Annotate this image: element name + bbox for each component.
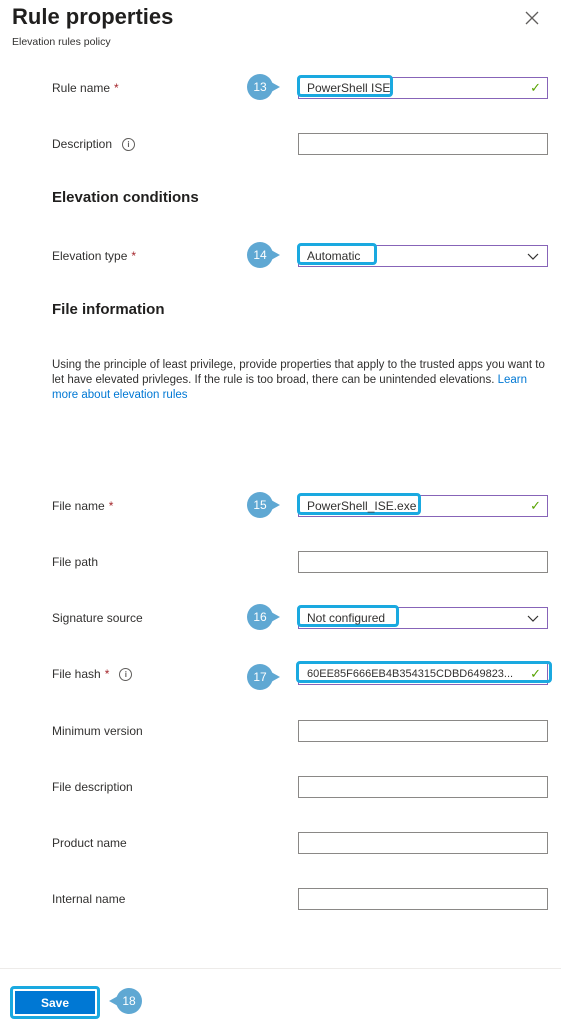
valid-check-icon: ✓	[530, 666, 541, 681]
file-description-input[interactable]	[298, 776, 548, 798]
file-name-label: File name *	[52, 499, 114, 513]
elevation-type-label: Elevation type *	[52, 249, 137, 263]
internal-name-input[interactable]	[298, 888, 548, 910]
signature-source-label: Signature source	[52, 611, 143, 625]
description-input[interactable]	[298, 133, 548, 155]
chevron-down-icon	[527, 615, 539, 622]
save-highlight: Save	[10, 986, 100, 1019]
panel-subtitle: Elevation rules policy	[12, 36, 111, 48]
file-path-input[interactable]	[298, 551, 548, 573]
callout-17: 17	[247, 664, 280, 690]
chevron-down-icon	[527, 253, 539, 260]
description-label: Description i	[52, 134, 136, 154]
info-icon[interactable]: i	[119, 667, 133, 681]
file-description-label: File description	[52, 780, 133, 794]
panel-title: Rule properties	[12, 4, 174, 29]
valid-check-icon: ✓	[530, 498, 541, 513]
callout-16: 16	[247, 604, 280, 630]
section-elevation-conditions: Elevation conditions	[52, 189, 199, 206]
info-paragraph: Using the principle of least privilege, …	[52, 359, 545, 401]
save-button[interactable]: Save	[15, 991, 95, 1014]
file-hash-input[interactable]: 60EE85F666EB4B354315CDBD649823... ✓	[296, 661, 552, 685]
valid-check-icon: ✓	[530, 80, 541, 95]
product-name-input[interactable]	[298, 832, 548, 854]
minimum-version-input[interactable]	[298, 720, 548, 742]
callout-18: 18	[109, 988, 142, 1014]
file-name-input[interactable]: PowerShell_ISE.exe ✓	[297, 493, 548, 517]
callout-14: 1314	[247, 242, 280, 268]
info-icon[interactable]: i	[122, 137, 136, 151]
rule-name-label: Rule name *	[52, 81, 119, 95]
callout-15: 15	[247, 492, 280, 518]
product-name-label: Product name	[52, 836, 127, 850]
elevation-type-dropdown[interactable]: Automatic	[297, 243, 548, 267]
file-path-label: File path	[52, 555, 99, 569]
close-icon[interactable]	[522, 8, 542, 28]
signature-source-dropdown[interactable]: Not configured	[297, 605, 548, 629]
callout-13: 13	[247, 74, 280, 100]
internal-name-label: Internal name	[52, 892, 126, 906]
file-hash-label: File hash * i	[52, 664, 133, 684]
section-file-information: File information	[52, 301, 165, 318]
minimum-version-label: Minimum version	[52, 724, 143, 738]
rule-name-input[interactable]: PowerShell ISE ✓	[297, 75, 548, 99]
footer-divider	[0, 968, 561, 969]
